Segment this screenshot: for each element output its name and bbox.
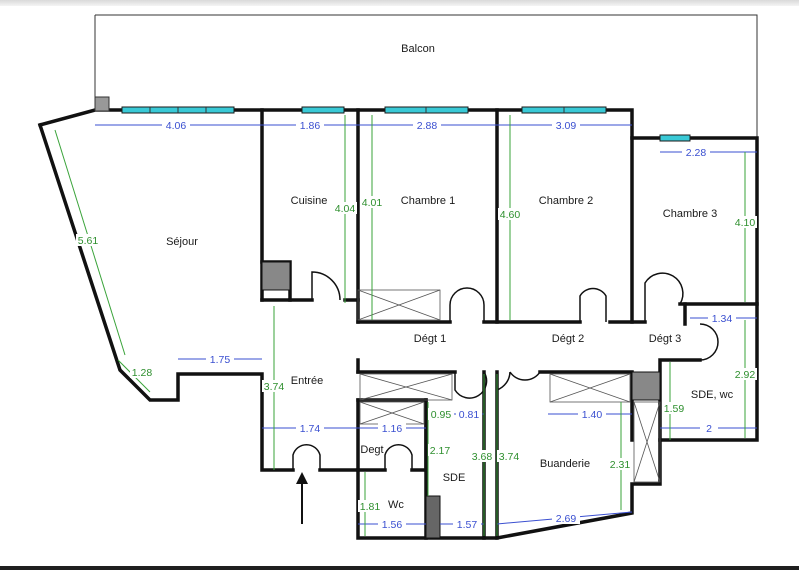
dim-chambre3-width: 2.28 [686,147,707,159]
bottom-edge [0,566,799,570]
sde-shaft [425,495,441,539]
dim-entree-depth: 3.74 [264,381,285,393]
dim-sde-width-a: 0.95 [431,409,452,421]
room-chambre2: Chambre 2 [539,195,593,207]
dim-chambre3-depth: 4.10 [735,217,756,229]
dim-sejour-short: 1.28 [132,367,153,379]
column-square [94,96,110,112]
windows [121,106,691,142]
dim-degt-width: 1.16 [382,423,403,435]
room-sejour: Séjour [166,236,198,248]
room-wc: Wc [388,499,404,511]
entrance-arrow-icon [296,472,308,524]
window-cuisine [301,106,345,114]
room-sde-wc: SDE, wc [691,389,734,401]
window-chambre3 [659,134,691,142]
dim-degt3-width: 1.34 [712,313,733,325]
dim-buanderie-depth: 3.74 [499,451,520,463]
kitchen-shaft [261,261,291,291]
dim-chambre1-width: 2.88 [417,120,438,132]
dim-cuisine-width: 1.86 [300,120,321,132]
sde-wc-shaft [631,371,661,401]
dim-chambre2-depth: 4.60 [500,209,521,221]
dim-buanderie-inner: 2.31 [610,459,631,471]
room-cuisine: Cuisine [291,195,328,207]
dim-sejour-diag: 5.61 [78,235,99,247]
room-sde: SDE [443,472,466,484]
room-degt1: Dégt 1 [414,333,446,345]
room-chambre1: Chambre 1 [401,195,455,207]
room-buanderie: Buanderie [540,458,590,470]
dim-wc-depth: 1.81 [360,501,381,513]
dim-sdewc-width: 2 [706,423,712,435]
dim-sde-bottom: 1.57 [457,519,478,531]
dim-entree-width: 1.74 [300,423,321,435]
dim-sde-width-b: 0.81 [459,409,480,421]
room-degt3: Dégt 3 [649,333,681,345]
room-degt2: Dégt 2 [552,333,584,345]
floor-plan: Balcon Séjour Cuisine Chambre 1 Chambre … [37,14,759,540]
dim-sdewc-inner: 1.59 [664,403,685,415]
green-dimension-lines [54,115,746,536]
dim-sejour-bottom: 1.75 [210,354,231,366]
dim-sde-depth: 2.17 [430,445,451,457]
room-entree: Entrée [291,375,323,387]
dim-sdewc-depth: 2.92 [735,369,756,381]
dim-sejour-width: 4.06 [166,120,187,132]
room-balcon: Balcon [401,43,435,55]
dim-chambre1-depth: 4.01 [362,197,383,209]
dim-buanderie-top: 1.40 [582,409,603,421]
dim-wc-width: 1.56 [382,519,403,531]
dim-sde-height: 3.68 [472,451,493,463]
dim-buanderie-bottom: 2.69 [556,513,577,525]
shafts [94,96,661,539]
room-chambre3: Chambre 3 [663,208,717,220]
dim-cuisine-depth: 4.04 [335,203,356,215]
dim-chambre2-width: 3.09 [556,120,577,132]
room-degt: Degt [360,444,383,456]
exterior-walls [37,108,759,540]
blue-dimension-labels: 4.06 1.86 2.88 3.09 2.28 1.75 1.34 2 0.8… [162,119,736,531]
